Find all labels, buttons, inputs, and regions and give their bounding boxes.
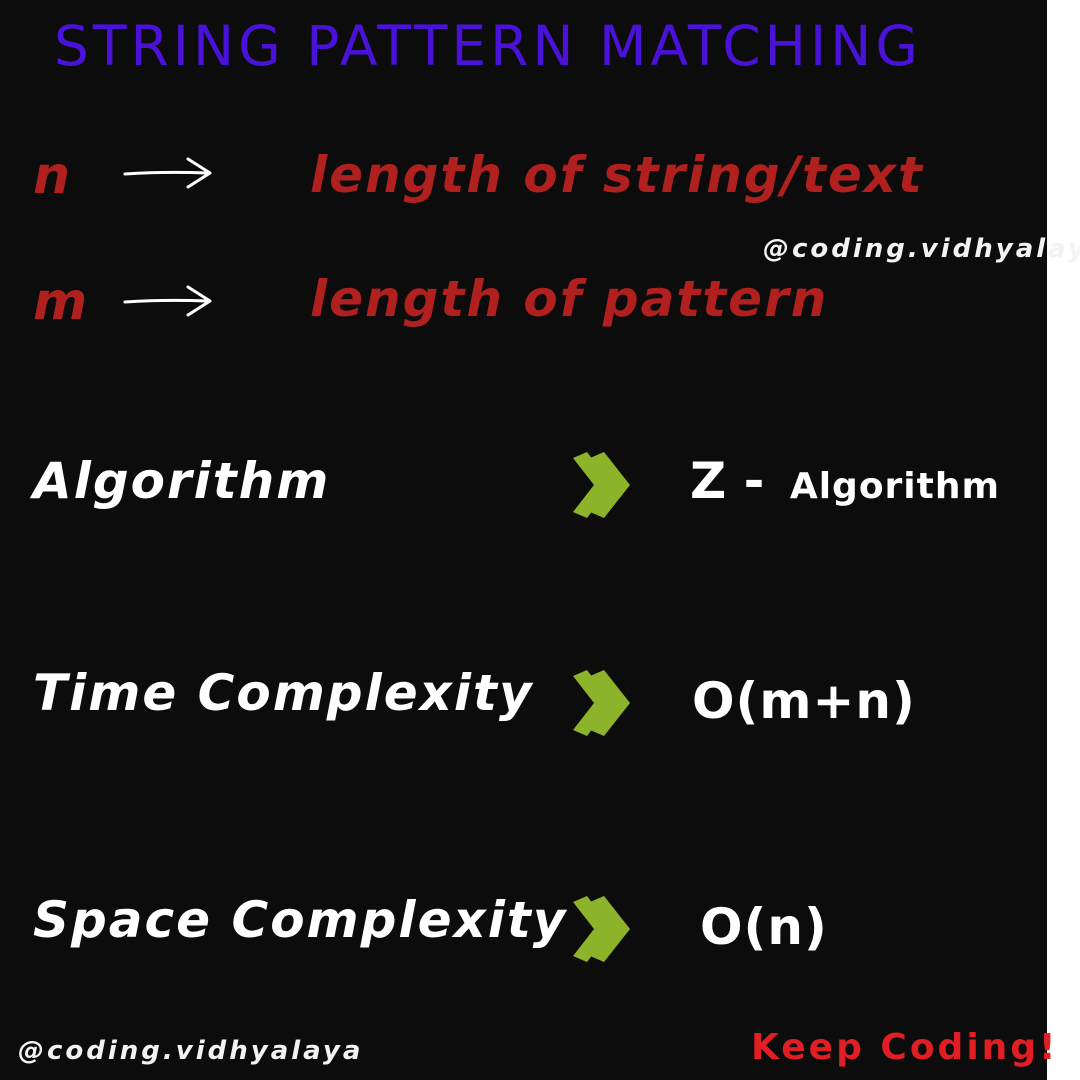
definition-symbol-n: n — [33, 146, 71, 206]
row-value-time-complexity: O(m+n) — [692, 672, 916, 730]
definition-symbol-m: m — [33, 272, 88, 332]
double-chevron-right-icon — [573, 670, 630, 736]
definition-meaning-n: length of string/text — [310, 146, 924, 204]
row-label-time-complexity: Time Complexity — [33, 664, 534, 722]
row-label-space-complexity: Space Complexity — [33, 891, 568, 949]
footer-handle: @coding.vidhyalaya — [18, 1036, 364, 1066]
right-arrow-icon — [123, 285, 212, 317]
algorithm-suffix-label: Algorithm — [789, 466, 1000, 507]
right-arrow-icon — [123, 157, 212, 189]
double-chevron-right-icon — [573, 896, 630, 962]
watermark-handle: @coding.vidhyalaya — [763, 234, 1080, 264]
row-value-space-complexity: O(n) — [700, 898, 828, 956]
right-edge-strip — [1047, 0, 1080, 1080]
row-value-algorithm: Z - Algorithm — [690, 452, 1000, 510]
double-chevron-right-icon — [573, 452, 630, 518]
row-label-algorithm: Algorithm — [33, 452, 331, 510]
algorithm-z-label: Z - — [690, 452, 765, 510]
definition-meaning-m: length of pattern — [310, 270, 829, 328]
footer-signoff: Keep Coding! — [751, 1027, 1059, 1068]
page-title: STRING PATTERN MATCHING — [54, 14, 922, 78]
